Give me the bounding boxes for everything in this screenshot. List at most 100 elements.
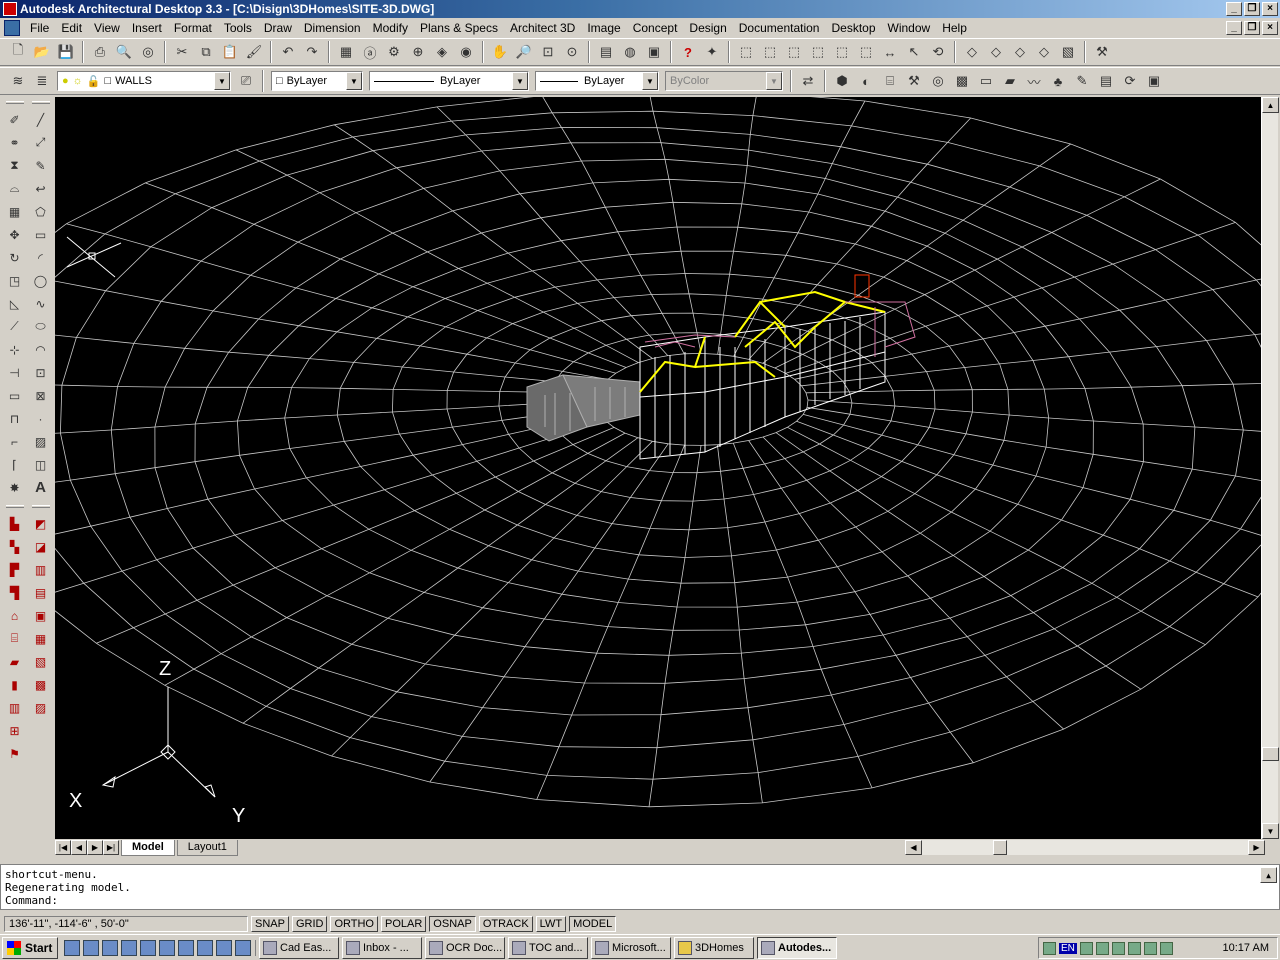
wall-icon[interactable]: ▙ <box>5 513 25 534</box>
lwt-toggle[interactable]: LWT <box>535 916 567 932</box>
view-bottom-icon[interactable]: ⬚ <box>759 41 781 63</box>
book-icon[interactable]: ▤ <box>1095 70 1117 92</box>
drawing-canvas[interactable]: Z X Y <box>55 97 1261 839</box>
menu-design[interactable]: Design <box>683 18 732 38</box>
view-front-icon[interactable]: ⬚ <box>831 41 853 63</box>
scroll-thumb[interactable] <box>1262 747 1279 761</box>
wall-style-icon[interactable]: ▩ <box>31 674 51 695</box>
doc-restore-button[interactable]: ❐ <box>1244 21 1260 35</box>
task-3dhomes[interactable]: 3DHomes <box>674 936 754 959</box>
wall-interference-icon[interactable]: ▧ <box>31 651 51 672</box>
door-icon[interactable]: ▚ <box>5 536 25 557</box>
assist-icon[interactable]: ✦ <box>701 41 723 63</box>
offset-icon[interactable]: ⌓ <box>5 178 25 199</box>
restore-button[interactable]: ❐ <box>1244 2 1260 16</box>
render-icon[interactable]: ◈ <box>431 41 453 63</box>
media-icon[interactable] <box>121 939 137 956</box>
language-indicator[interactable]: EN <box>1059 942 1077 954</box>
scroll-up-icon[interactable]: ▲ <box>1262 97 1279 113</box>
ellipse-icon[interactable]: ⬭ <box>31 316 51 337</box>
model-viewport[interactable]: Z X Y <box>55 97 1261 839</box>
info-icon[interactable] <box>235 939 251 956</box>
autocad-icon[interactable] <box>216 939 232 956</box>
tracking-icon[interactable]: ⚙ <box>383 41 405 63</box>
color-dropdown[interactable]: □ ByLayer ▼ <box>271 71 363 91</box>
scale-icon[interactable]: ◳ <box>5 270 25 291</box>
doc-minimize-button[interactable]: _ <box>1226 21 1242 35</box>
rotate-icon[interactable]: ↻ <box>5 247 25 268</box>
menu-help[interactable]: Help <box>936 18 973 38</box>
explorer-icon[interactable] <box>140 939 156 956</box>
model-toggle[interactable]: MODEL <box>569 916 617 932</box>
cut-icon[interactable]: ✂ <box>171 41 193 63</box>
command-prompt[interactable]: Command: <box>5 894 1275 907</box>
minimize-button[interactable]: _ <box>1226 2 1242 16</box>
excel-icon[interactable] <box>178 939 194 956</box>
rectangle-icon[interactable]: ▭ <box>31 224 51 245</box>
polygon-icon[interactable]: ⬠ <box>31 201 51 222</box>
layer-previous-icon[interactable]: ≣ <box>31 70 53 92</box>
menu-format[interactable]: Format <box>168 18 218 38</box>
vertical-scrollbar[interactable]: ▲ ▼ <box>1261 97 1279 839</box>
iso-nw-icon[interactable]: ◇ <box>1033 41 1055 63</box>
view-top-icon[interactable]: ⬚ <box>735 41 757 63</box>
roof-icon[interactable]: ⌂ <box>5 605 25 626</box>
view-back-icon[interactable]: ⬚ <box>855 41 877 63</box>
osnap-icon[interactable]: ⊕ <box>407 41 429 63</box>
paste-icon[interactable]: 📋 <box>219 41 241 63</box>
space-icon[interactable]: ⚑ <box>5 743 25 764</box>
view-right-icon[interactable]: ⬚ <box>807 41 829 63</box>
area-icon[interactable]: ◐ <box>855 70 877 92</box>
messenger-icon[interactable] <box>1127 941 1141 955</box>
menu-modify[interactable]: Modify <box>367 18 414 38</box>
break-at-point-icon[interactable]: ⊓ <box>5 408 25 429</box>
menu-view[interactable]: View <box>88 18 126 38</box>
doc-close-button[interactable]: × <box>1262 21 1278 35</box>
scroll-down-icon[interactable]: ▼ <box>1262 823 1279 839</box>
regen-icon[interactable]: ⇄ <box>797 70 819 92</box>
dbconnect-icon[interactable]: ▣ <box>643 41 665 63</box>
railing-tool-icon[interactable]: ⊞ <box>5 720 25 741</box>
hatch-icon[interactable]: ▨ <box>31 431 51 452</box>
layer-manager-icon[interactable]: ≋ <box>7 70 29 92</box>
mirror-icon[interactable]: ⧗ <box>5 155 25 176</box>
toolbar-grip[interactable] <box>5 101 24 104</box>
iso-ne-icon[interactable]: ◇ <box>1009 41 1031 63</box>
make-block-icon[interactable]: ⊠ <box>31 385 51 406</box>
menu-concept[interactable]: Concept <box>627 18 684 38</box>
wall-cleanup-icon[interactable]: ▥ <box>31 559 51 580</box>
properties-icon[interactable]: ▤ <box>595 41 617 63</box>
spline-icon[interactable]: ∿ <box>31 293 51 314</box>
tool-icon[interactable]: ⚒ <box>1091 41 1113 63</box>
chevron-down-icon[interactable]: ▼ <box>346 72 362 90</box>
stair-icon[interactable]: ⌸ <box>879 70 901 92</box>
extend-icon[interactable]: ⊣ <box>5 362 25 383</box>
close-button[interactable]: × <box>1262 2 1278 16</box>
browser-icon[interactable] <box>83 939 99 956</box>
copy-object-icon[interactable]: ⚭ <box>5 132 25 153</box>
arc-icon[interactable]: ◜ <box>31 247 51 268</box>
access-icon[interactable] <box>197 939 213 956</box>
view-left-icon[interactable]: ⬚ <box>783 41 805 63</box>
camera-icon[interactable]: ▭ <box>975 70 997 92</box>
start-button[interactable]: Start <box>2 936 58 959</box>
next-tab-icon[interactable]: ▶ <box>87 840 103 855</box>
prev-tab-icon[interactable]: ◀ <box>71 840 87 855</box>
trim-icon[interactable]: ⊹ <box>5 339 25 360</box>
wall-properties-icon[interactable]: ▨ <box>31 697 51 718</box>
schedule-icon[interactable]: ▩ <box>951 70 973 92</box>
globe-icon[interactable]: ◎ <box>927 70 949 92</box>
iso-sw-icon[interactable]: ◇ <box>961 41 983 63</box>
first-tab-icon[interactable]: |◀ <box>55 840 71 855</box>
toolbar-grip[interactable] <box>5 505 24 508</box>
circle-icon[interactable]: ◯ <box>31 270 51 291</box>
wall-modify-icon[interactable]: ◩ <box>31 513 51 534</box>
print-icon[interactable]: ⎙ <box>89 41 111 63</box>
tab-layout1[interactable]: Layout1 <box>176 839 238 856</box>
make-current-icon[interactable]: ⎚ <box>235 70 257 92</box>
polar-toggle[interactable]: POLAR <box>381 916 427 932</box>
zoom-previous-icon[interactable]: ⊙ <box>561 41 583 63</box>
zoom-realtime-icon[interactable]: 🔎 <box>513 41 535 63</box>
open-icon[interactable]: 📂 <box>31 41 53 63</box>
wall-endcap-icon[interactable]: ▤ <box>31 582 51 603</box>
